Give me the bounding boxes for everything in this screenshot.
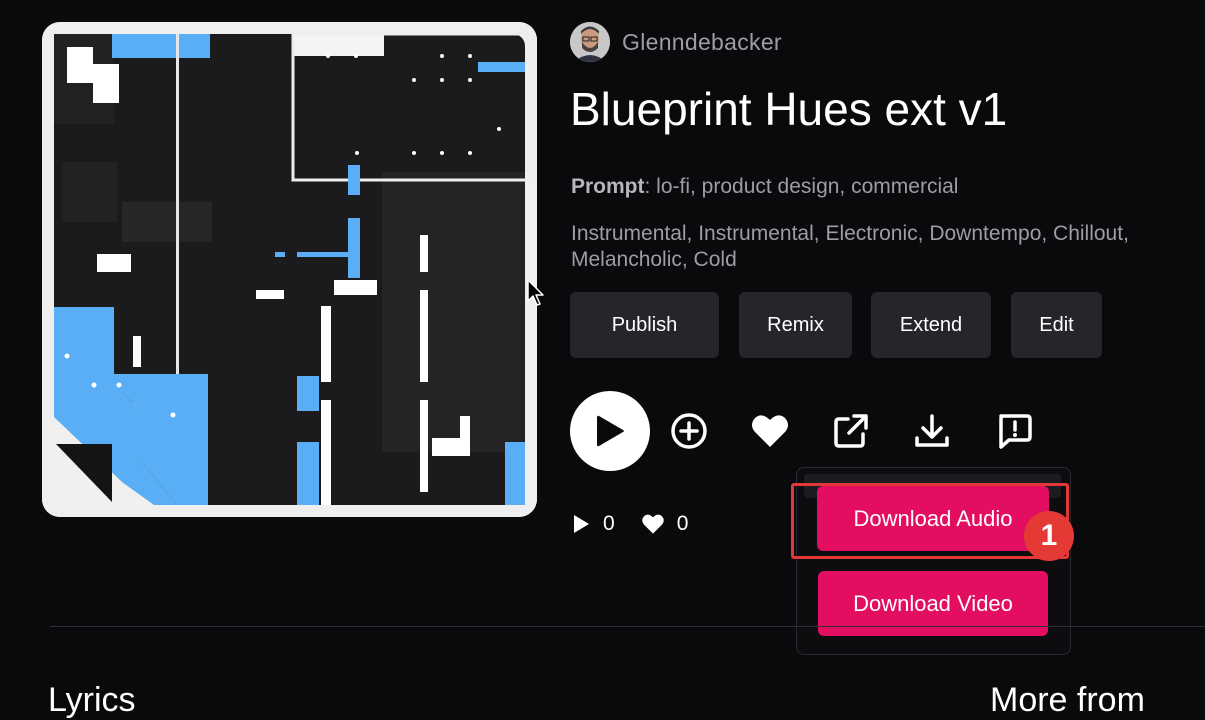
play-count: 0 xyxy=(571,512,615,536)
publish-button[interactable]: Publish xyxy=(570,292,719,358)
play-count-icon xyxy=(574,515,589,533)
more-from-heading: More from xyxy=(990,681,1145,719)
author-name[interactable]: Glenndebacker xyxy=(622,29,782,56)
mouse-cursor-icon xyxy=(527,279,544,306)
style-tags: Instrumental, Instrumental, Electronic, … xyxy=(571,221,1205,273)
like-count: 0 xyxy=(641,512,689,536)
download-button[interactable] xyxy=(910,409,954,453)
prompt-text: Prompt: lo-fi, product design, commercia… xyxy=(571,175,958,199)
song-stats: 0 0 xyxy=(571,512,714,536)
play-icon xyxy=(597,415,624,447)
cover-art-graphic xyxy=(42,22,537,517)
step-badge: 1 xyxy=(1024,511,1074,561)
play-count-value: 0 xyxy=(603,512,615,535)
cover-art[interactable] xyxy=(42,22,537,517)
like-count-value: 0 xyxy=(676,512,689,535)
report-button[interactable] xyxy=(992,409,1036,453)
tags-line-1: Instrumental, Instrumental, Electronic, … xyxy=(571,222,1129,245)
song-title: Blueprint Hues ext v1 xyxy=(570,83,1008,135)
share-button[interactable] xyxy=(829,409,873,453)
report-icon xyxy=(999,414,1032,449)
play-button[interactable] xyxy=(570,391,650,471)
edit-button[interactable]: Edit xyxy=(1011,292,1102,358)
prompt-value: : lo-fi, product design, commercial xyxy=(644,175,959,198)
like-button[interactable] xyxy=(748,409,792,453)
section-divider xyxy=(50,626,1205,627)
extend-button[interactable]: Extend xyxy=(871,292,991,358)
avatar[interactable] xyxy=(570,22,610,62)
avatar-image xyxy=(570,22,610,62)
download-icon xyxy=(915,414,949,447)
add-to-playlist-button[interactable] xyxy=(667,409,711,453)
author-row[interactable]: Glenndebacker xyxy=(570,22,782,62)
lyrics-heading: Lyrics xyxy=(48,681,136,719)
remix-button[interactable]: Remix xyxy=(739,292,852,358)
tags-line-2: Melancholic, Cold xyxy=(571,248,737,271)
add-circle-icon xyxy=(671,413,707,449)
share-external-icon xyxy=(834,414,868,448)
prompt-label: Prompt xyxy=(571,175,645,198)
like-count-icon xyxy=(641,514,664,534)
heart-icon xyxy=(752,415,788,447)
